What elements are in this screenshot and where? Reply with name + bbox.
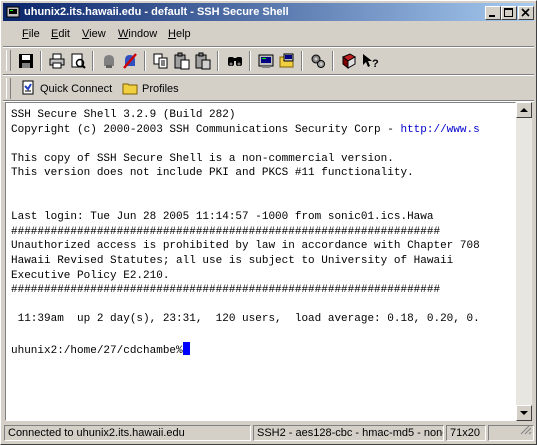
connect-icon[interactable] [100, 52, 118, 70]
menu-edit[interactable]: Edit [51, 27, 70, 41]
new-file-transfer-icon[interactable] [278, 52, 296, 70]
menu-view-label: iew [89, 28, 106, 40]
terminal-line: Executive Policy E2.210. [11, 269, 170, 282]
disconnect-icon[interactable] [121, 52, 139, 70]
toolbar-separator [144, 51, 146, 71]
menu-help-label: elp [175, 28, 191, 40]
copy-icon[interactable] [152, 52, 170, 70]
quick-connect-icon [20, 80, 36, 99]
terminal-prompt-line[interactable]: uhunix2:/home/27/cdchambe% [11, 341, 515, 357]
status-terminal-size: 71x20 [446, 425, 486, 441]
terminal-line: Copyright (c) 2000-2003 SSH Communicatio… [11, 123, 515, 138]
menu-help-accel: H [168, 28, 176, 40]
new-terminal-icon[interactable] [257, 52, 275, 70]
terminal-line: Last login: Tue Jun 28 2005 11:14:57 -10… [11, 211, 434, 224]
menu-file-accel: F [22, 28, 29, 40]
terminal-line: This version does not include PKI and PK… [11, 167, 414, 180]
help-book-icon[interactable] [340, 52, 358, 70]
title-bar[interactable]: uhunix2.its.hawaii.edu - default - SSH S… [3, 3, 534, 21]
maximize-icon [502, 8, 516, 21]
terminal-line: Hawaii Revised Statutes; all use is subj… [11, 254, 454, 267]
menu-bar: File Edit View Window Help [3, 24, 534, 44]
print-icon[interactable] [48, 52, 66, 70]
scroll-down-button[interactable] [516, 405, 532, 421]
status-cipher: SSH2 - aes128-cbc - hmac-md5 - none [253, 425, 444, 441]
menu-edit-label: dit [58, 28, 70, 40]
text-cursor [182, 341, 190, 355]
toolbar-separator [332, 51, 334, 71]
toolbar-separator [301, 51, 303, 71]
quick-toolbar: Quick Connect Profiles [3, 76, 534, 102]
settings-icon[interactable] [309, 52, 327, 70]
toolbar-grip[interactable] [6, 50, 11, 71]
arrow-down-icon [517, 411, 531, 423]
maximize-button[interactable] [501, 6, 517, 20]
quick-connect-button[interactable]: Quick Connect [20, 79, 112, 99]
context-help-icon[interactable]: ? [361, 52, 379, 70]
toolbar-separator [40, 51, 42, 71]
paste-icon[interactable] [173, 52, 191, 70]
status-extra [488, 425, 534, 441]
toolbar-grip[interactable] [6, 78, 11, 99]
menu-file[interactable]: File [22, 27, 40, 41]
svg-text:?: ? [372, 58, 379, 70]
main-toolbar: ? [3, 48, 534, 74]
terminal-text: SSH Secure Shell 3.2.9 (Build 282) Copyr… [11, 108, 515, 357]
vertical-scrollbar[interactable] [516, 102, 532, 421]
menu-window[interactable]: Window [118, 27, 157, 41]
profiles-button[interactable]: Profiles [122, 79, 179, 99]
terminal-line: This copy of SSH Secure Shell is a non-c… [11, 152, 394, 165]
quick-connect-label: Quick Connect [40, 83, 113, 95]
arrow-up-icon [517, 108, 531, 120]
find-icon[interactable] [226, 52, 244, 70]
paste-special-icon[interactable] [194, 52, 212, 70]
toolbar-separator [92, 51, 94, 71]
menu-view[interactable]: View [82, 27, 106, 41]
status-bar: Connected to uhunix2.its.hawaii.edu SSH2… [3, 424, 534, 442]
menu-window-accel: W [118, 28, 129, 40]
status-connection: Connected to uhunix2.its.hawaii.edu [4, 425, 251, 441]
app-icon[interactable] [6, 5, 20, 19]
print-preview-icon[interactable] [69, 52, 87, 70]
scroll-up-button[interactable] [516, 102, 532, 118]
close-button[interactable] [518, 6, 534, 20]
ssh-window: uhunix2.its.hawaii.edu - default - SSH S… [0, 0, 537, 445]
menu-window-label: indow [128, 28, 158, 40]
terminal-line: ########################################… [11, 284, 441, 297]
resize-grip-icon[interactable] [520, 426, 532, 439]
close-icon [519, 8, 533, 21]
terminal-area[interactable]: SSH Secure Shell 3.2.9 (Build 282) Copyr… [5, 102, 516, 421]
minimize-icon [486, 11, 500, 21]
minimize-button[interactable] [485, 6, 501, 20]
terminal-line: ########################################… [11, 225, 441, 238]
menu-help[interactable]: Help [168, 27, 191, 41]
terminal-line-text: Copyright (c) 2000-2003 SSH Communicatio… [11, 123, 401, 136]
window-title: uhunix2.its.hawaii.edu - default - SSH S… [24, 6, 289, 18]
toolbar-separator [249, 51, 251, 71]
terminal-line: 11:39am up 2 day(s), 23:31, 120 users, l… [11, 313, 480, 326]
terminal-link[interactable]: http://www.s [400, 124, 479, 136]
save-icon[interactable] [17, 52, 35, 70]
menu-file-label: ile [28, 28, 40, 40]
terminal-line: SSH Secure Shell 3.2.9 (Build 282) [11, 109, 236, 121]
profiles-label: Profiles [142, 83, 179, 95]
shell-prompt: uhunix2:/home/27/cdchambe% [11, 344, 183, 357]
folder-icon [122, 80, 138, 99]
toolbar-separator [217, 51, 219, 71]
terminal-line: Unauthorized access is prohibited by law… [11, 240, 480, 253]
